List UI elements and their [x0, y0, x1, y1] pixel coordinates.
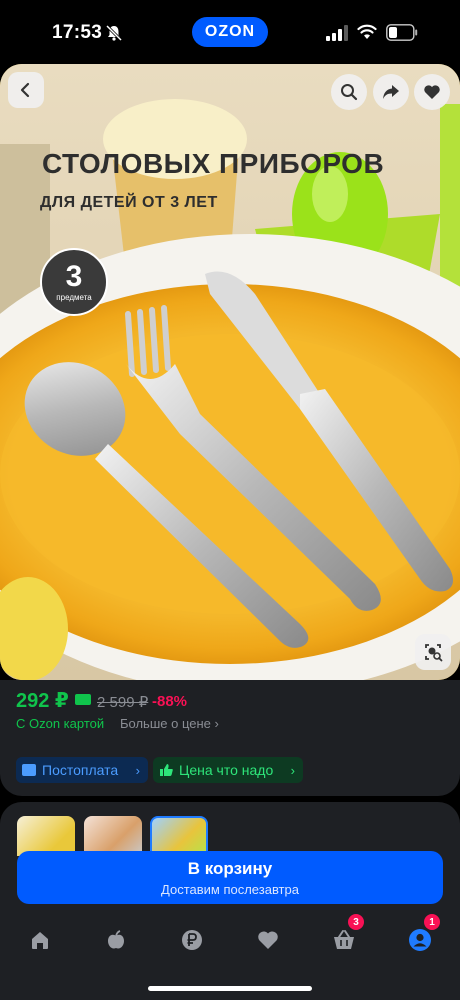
profile-badge: 1	[424, 914, 440, 930]
bottom-panel: В корзину Доставим послезавтра 3 1	[0, 802, 460, 1000]
image-title: СТОЛОВЫХ ПРИБОРОВ	[42, 148, 385, 179]
thumbs-up-icon	[160, 764, 173, 776]
search-icon	[341, 84, 358, 101]
nav-cart[interactable]: 3	[322, 914, 366, 958]
more-about-price-link[interactable]: Больше о цене ›	[120, 716, 219, 731]
variant-thumbnail-selected[interactable]	[150, 816, 208, 856]
add-to-cart-button[interactable]: В корзину Доставим послезавтра	[17, 851, 443, 904]
cellular-signal-icon	[326, 25, 348, 41]
good-price-chip[interactable]: Цена что надо ›	[153, 757, 303, 783]
badge-label: предмета	[56, 293, 92, 302]
search-button[interactable]	[331, 74, 367, 110]
current-price: 292 ₽	[16, 690, 69, 712]
home-indicator	[148, 986, 312, 991]
nav-finance[interactable]	[170, 922, 214, 958]
nav-home[interactable]	[18, 922, 62, 958]
cart-icon	[334, 930, 354, 949]
items-count-badge: 3 предмета	[40, 248, 108, 316]
image-search-button[interactable]	[415, 634, 451, 670]
product-image[interactable]: СТОЛОВЫХ ПРИБОРОВ ДЛЯ ДЕТЕЙ ОТ 3 ЛЕТ 3 п…	[0, 64, 460, 680]
chevron-right-icon: ›	[135, 762, 140, 778]
wifi-icon	[357, 24, 377, 39]
image-subtitle: ДЛЯ ДЕТЕЙ ОТ 3 ЛЕТ	[40, 194, 218, 211]
variant-thumbnail[interactable]	[84, 816, 142, 856]
share-button[interactable]	[373, 74, 409, 110]
heart-icon	[424, 85, 440, 99]
battery-icon	[386, 24, 418, 41]
cart-button-label: В корзину	[187, 858, 273, 878]
fresh-apple-icon	[108, 930, 124, 949]
nav-fresh[interactable]	[94, 922, 138, 958]
favorites-heart-icon	[258, 931, 278, 949]
profile-icon	[409, 929, 431, 951]
badge-number: 3	[65, 260, 83, 293]
postpay-chip[interactable]: Постоплата ›	[16, 757, 148, 783]
discount-percent: -88%	[152, 693, 188, 710]
bell-slash-icon	[105, 24, 123, 42]
bottom-nav: 3 1	[0, 914, 460, 962]
price-card: 292 ₽ 2 599 ₽ -88% С Ozon картой Больше …	[0, 680, 460, 796]
back-button[interactable]	[8, 72, 44, 108]
variant-thumbnail[interactable]	[17, 816, 75, 856]
ruble-icon	[182, 930, 202, 950]
cart-badge: 3	[348, 914, 364, 930]
chevron-right-icon: ›	[290, 762, 295, 778]
share-icon	[383, 85, 399, 99]
ozon-card-note: С Ozon картой	[16, 716, 105, 731]
good-price-label: Цена что надо	[179, 762, 274, 778]
postpay-label: Постоплата	[42, 762, 119, 778]
favorite-button[interactable]	[414, 74, 450, 110]
nav-profile[interactable]: 1	[398, 914, 442, 958]
old-price: 2 599 ₽	[97, 694, 149, 711]
ozon-card-icon	[75, 694, 91, 705]
nav-favorites[interactable]	[246, 922, 290, 958]
status-bar: 17:53 OZON	[0, 0, 460, 64]
back-icon	[20, 82, 30, 98]
ozon-logo: OZON	[192, 17, 268, 47]
home-icon	[32, 932, 48, 949]
image-search-icon	[425, 644, 443, 662]
delivery-note: Доставим послезавтра	[161, 881, 299, 897]
status-time: 17:53	[52, 22, 103, 43]
card-icon	[22, 764, 36, 776]
